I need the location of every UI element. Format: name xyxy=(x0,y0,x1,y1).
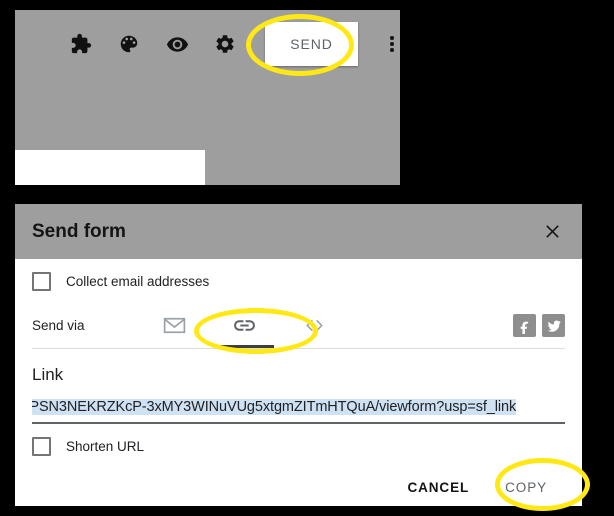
envelope-icon[interactable] xyxy=(139,303,209,348)
dialog-title: Send form xyxy=(32,220,126,242)
gear-icon[interactable] xyxy=(201,20,249,68)
menu-dot xyxy=(390,36,394,40)
send-via-row: Send via xyxy=(32,303,565,349)
menu-dot xyxy=(390,42,394,46)
dialog-header: Send form xyxy=(15,204,582,259)
editor-toolbar: SEND xyxy=(15,10,400,78)
form-content-card xyxy=(15,150,205,185)
link-url-field[interactable]: HPSN3NEKRZKcP-3xMY3WINuVUg5xtgmZITmHTQuA… xyxy=(32,398,565,424)
copy-button[interactable]: COPY xyxy=(493,471,559,504)
send-button[interactable]: SEND xyxy=(265,22,358,66)
shorten-url-checkbox[interactable] xyxy=(32,436,51,456)
link-section-title: Link xyxy=(32,365,64,384)
shorten-url-label: Shorten URL xyxy=(66,438,145,454)
dialog-body: Collect email addresses Send via Link HP… xyxy=(15,259,582,509)
palette-icon[interactable] xyxy=(105,20,153,68)
twitter-icon[interactable] xyxy=(542,314,565,337)
send-button-label: SEND xyxy=(290,36,333,52)
send-via-label: Send via xyxy=(32,318,85,333)
send-form-dialog: Send form Collect email addresses Send v… xyxy=(15,204,582,506)
close-icon[interactable] xyxy=(539,219,565,245)
dialog-actions: CANCEL COPY xyxy=(32,465,565,509)
collect-email-checkbox[interactable] xyxy=(32,271,51,291)
link-icon[interactable] xyxy=(209,303,279,348)
shorten-url-row[interactable]: Shorten URL xyxy=(32,427,565,465)
cancel-button[interactable]: CANCEL xyxy=(395,471,481,504)
collect-email-label: Collect email addresses xyxy=(66,273,210,289)
collect-email-row[interactable]: Collect email addresses xyxy=(32,259,565,303)
puzzle-piece-icon[interactable] xyxy=(57,20,105,68)
more-options-icon[interactable] xyxy=(372,22,412,66)
link-url-value: HPSN3NEKRZKcP-3xMY3WINuVUg5xtgmZITmHTQuA… xyxy=(32,399,516,415)
facebook-icon[interactable] xyxy=(513,314,536,337)
eye-icon[interactable] xyxy=(153,20,201,68)
embed-code-icon[interactable] xyxy=(279,303,349,348)
menu-dot xyxy=(390,48,394,52)
form-editor-panel: SEND xyxy=(15,10,400,185)
